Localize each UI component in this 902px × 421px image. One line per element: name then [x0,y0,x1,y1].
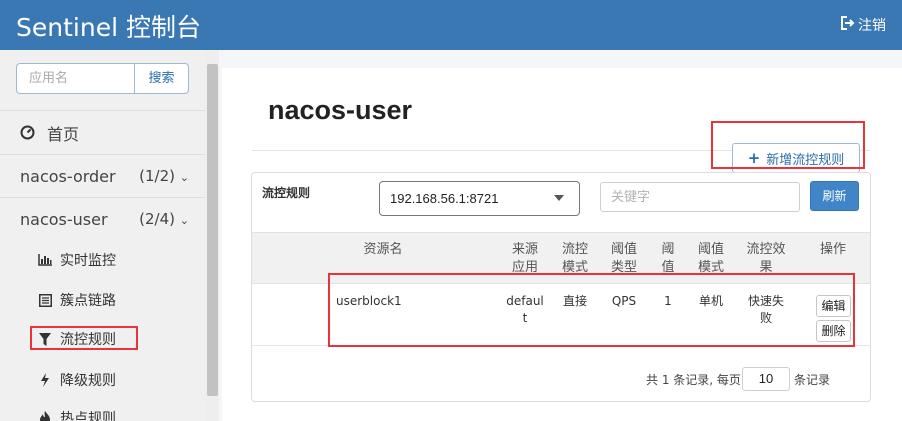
fire-icon [38,411,52,421]
column-header-source: 来源 应用 [507,241,543,277]
sidebar-item-realtime-monitor[interactable]: 实时监控 [38,250,116,270]
cell-source: defaul t [505,293,545,327]
sidebar-app-count: (2/4) [139,210,175,228]
bar-chart-icon [38,254,52,266]
cell-line: t [522,311,528,325]
panel-title: 流控规则 [262,186,311,200]
sidebar-app-name: nacos-user [20,209,108,229]
sidebar-item-home[interactable]: 首页 [0,110,205,154]
filter-icon [38,332,52,346]
app-search-button[interactable]: 搜索 [135,64,188,93]
sidebar-app-nacos-user[interactable]: nacos-user (2/4) ⌄ [0,197,205,240]
sidebar-item-degrade-rules[interactable]: 降级规则 [38,370,116,390]
plus-icon: + [747,148,761,167]
header-line: 阈值 [610,242,637,257]
sidebar-item-hotspot-rules[interactable]: 热点规则 [38,408,116,421]
list-icon [38,293,52,307]
app-search-input[interactable] [17,64,135,93]
cell-line: defaul [506,294,544,308]
edit-button[interactable]: 编辑 [816,295,851,317]
header-line: 流控效 [746,242,786,257]
header-line: 值 [661,260,675,275]
column-header-resource: 资源名 [363,242,403,257]
sidebar-item-label: 簇点链路 [60,293,116,309]
header-line: 流控 [561,242,588,257]
cell-cluster-mode: 单机 [698,294,723,308]
sidebar-item-label: 实时监控 [60,253,116,269]
pagination-suffix: 条记录 [794,373,831,387]
row-divider [252,345,870,346]
column-header-threshold-type: 阈值 类型 [606,241,642,277]
delete-button[interactable]: 删除 [816,320,851,342]
column-header-control-mode: 流控 模式 [557,241,593,277]
sidebar-app-nacos-order[interactable]: nacos-order (1/2) ⌄ [0,154,205,197]
dashboard-icon [20,125,35,140]
cell-resource: userblock1 [336,294,402,308]
header-line: 应用 [511,260,538,275]
logout-link[interactable]: 注销 [840,15,886,35]
sidebar-item-label: 降级规则 [60,373,116,389]
sidebar-item-label: 热点规则 [60,411,116,421]
header-line: 模式 [561,260,588,275]
sidebar-app-name: nacos-order [20,166,116,186]
pagination-summary: 共 1 条记录, 每页 [646,373,741,387]
header-line: 来源 [511,242,538,257]
caret-down-icon [554,195,564,201]
sign-out-icon [840,16,855,34]
sidebar-home-label: 首页 [47,124,80,144]
page-size-input[interactable]: 10 [742,367,790,391]
header-line: 阈 [661,242,675,257]
sidebar-item-label: 流控规则 [60,332,116,348]
bolt-icon [38,373,52,387]
sidebar-item-cluster-link[interactable]: 簇点链路 [38,290,116,310]
sidebar-app-count: (1/2) [139,167,175,185]
column-header-effect: 流控效 果 [742,241,790,277]
header-line: 阈值 [697,242,724,257]
header-line: 模式 [697,260,724,275]
header-line: 果 [759,260,773,275]
cell-threshold: 1 [664,294,672,308]
app-title[interactable]: Sentinel 控制台 [16,8,201,44]
cell-effect: 快速失 败 [742,293,790,327]
column-header-cluster-mode: 阈值 模式 [693,241,729,277]
sidebar-scrollbar-thumb[interactable] [207,64,218,396]
add-flow-rule-button[interactable]: + 新增流控规则 [732,143,860,173]
chevron-down-icon: ⌄ [179,214,189,227]
add-flow-rule-label: 新增流控规则 [766,152,845,168]
column-header-threshold: 阈 值 [656,241,680,277]
cell-control-mode: 直接 [562,294,587,308]
refresh-button[interactable]: 刷新 [810,181,859,211]
logout-label: 注销 [858,18,886,34]
chevron-down-icon: ⌄ [179,171,189,184]
sidebar-item-flow-rules[interactable]: 流控规则 [38,329,116,349]
keyword-search-input[interactable] [600,182,800,212]
cell-threshold-type: QPS [611,294,637,308]
header-line: 类型 [610,260,637,275]
page-title: nacos-user [268,95,413,125]
machine-select[interactable]: 192.168.56.1:8721 [379,181,580,216]
app-search: 搜索 [16,63,189,94]
column-header-actions: 操作 [819,242,846,257]
cell-line: 败 [759,311,772,325]
cell-line: 快速失 [747,294,784,308]
